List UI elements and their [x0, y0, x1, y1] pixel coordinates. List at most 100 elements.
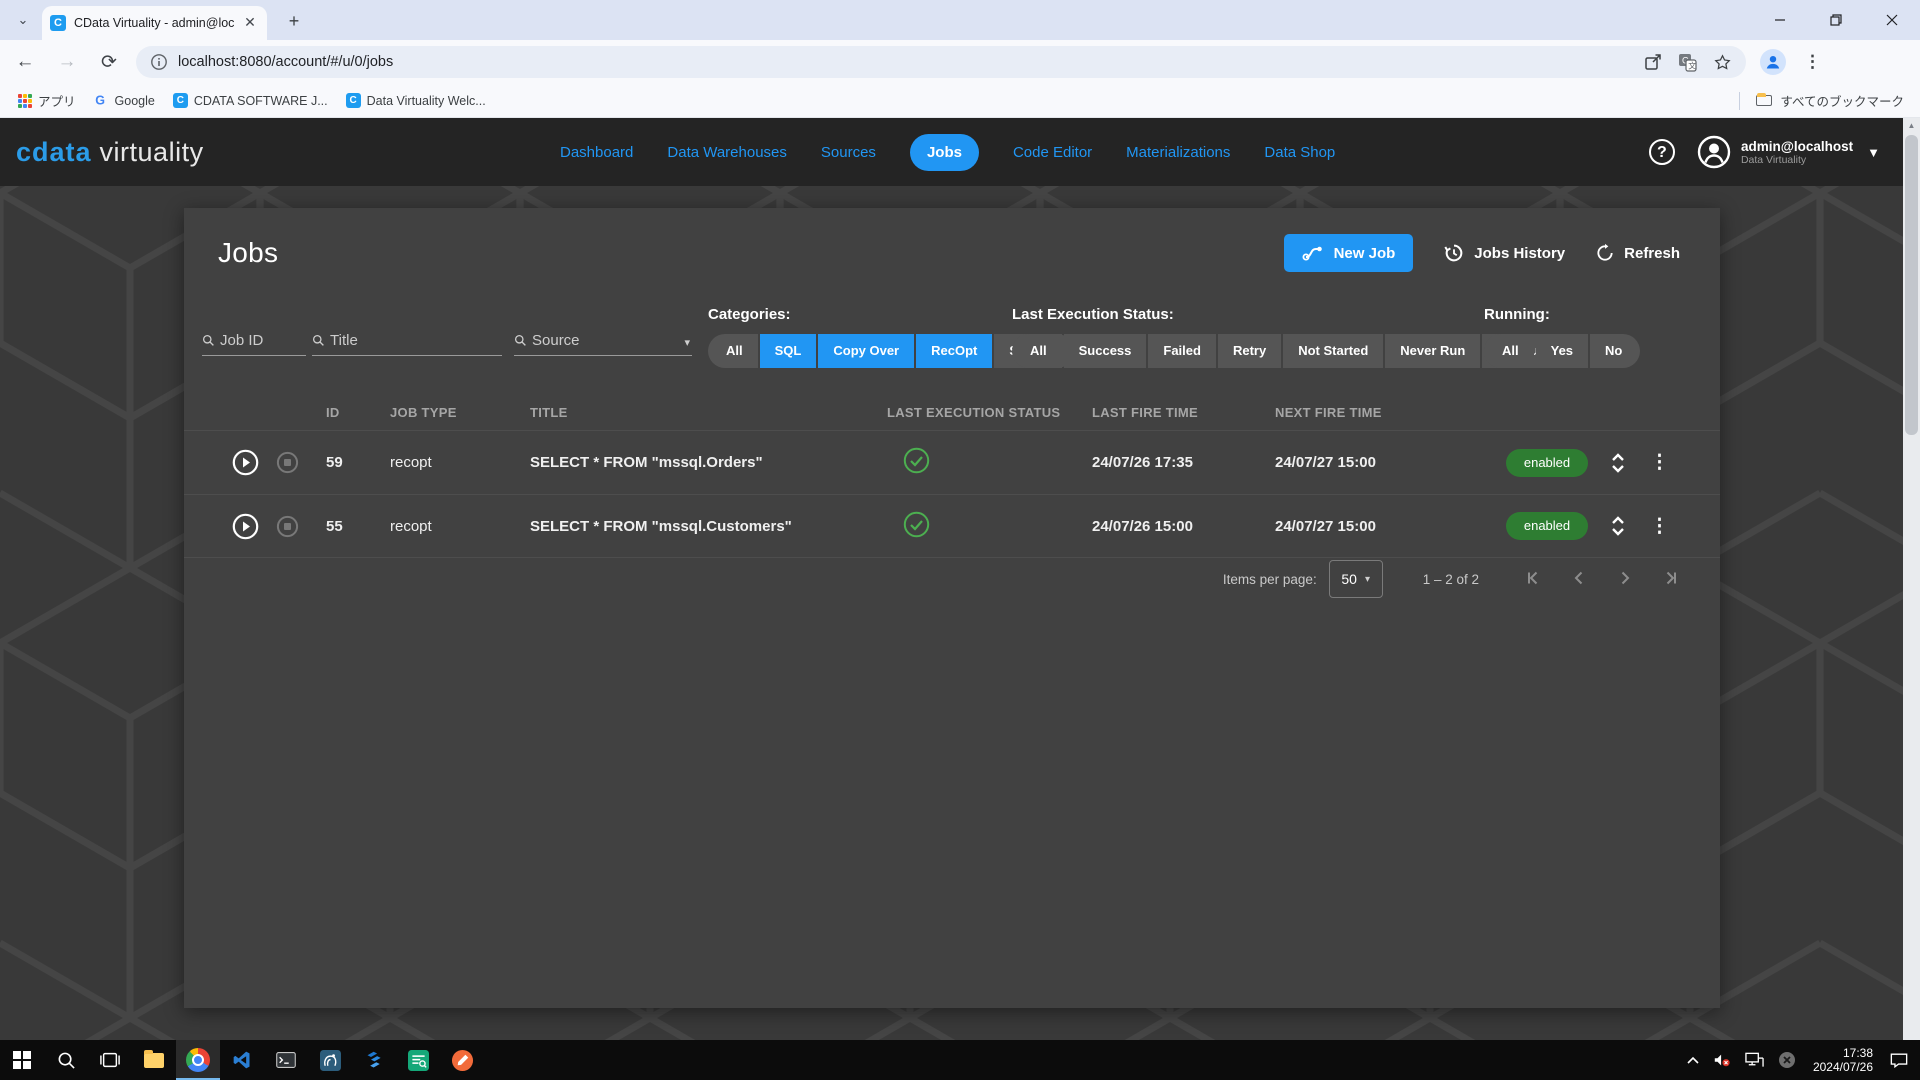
- stop-job-button[interactable]: [266, 451, 308, 474]
- task-view-icon: [100, 1051, 120, 1069]
- bookmark-google[interactable]: G Google: [94, 93, 155, 108]
- postman-button[interactable]: [440, 1040, 484, 1080]
- next-fire-time: 24/07/27 15:00: [1251, 454, 1436, 471]
- running-filter: All Yes No: [1484, 334, 1640, 368]
- refresh-button[interactable]: Refresh: [1595, 242, 1680, 264]
- status-not-started[interactable]: Not Started: [1283, 334, 1383, 368]
- reload-button[interactable]: ⟳: [92, 45, 126, 79]
- running-no[interactable]: No: [1590, 334, 1640, 368]
- pagination-range: 1 – 2 of 2: [1423, 572, 1479, 587]
- terminal-button[interactable]: [264, 1040, 308, 1080]
- enabled-badge: enabled: [1506, 512, 1588, 540]
- first-page-button[interactable]: [1524, 569, 1542, 590]
- tab-close-icon[interactable]: ✕: [241, 14, 259, 32]
- search-icon: [57, 1051, 76, 1070]
- all-bookmarks-button[interactable]: すべてのブックマーク: [1739, 91, 1904, 110]
- taskbar-search-button[interactable]: [44, 1040, 88, 1080]
- row-menu-button[interactable]: ⋮: [1650, 515, 1670, 538]
- page-title: Jobs: [218, 237, 278, 269]
- bookmark-star-icon[interactable]: [1713, 53, 1732, 72]
- share-icon[interactable]: [1644, 53, 1662, 71]
- address-bar[interactable]: localhost:8080/account/#/u/0/jobs G文: [136, 46, 1746, 78]
- vscode-button[interactable]: [220, 1040, 264, 1080]
- tray-status-button[interactable]: [1771, 1040, 1803, 1080]
- help-icon[interactable]: ?: [1649, 139, 1675, 165]
- pgadmin-button[interactable]: [308, 1040, 352, 1080]
- vscode-icon: [232, 1050, 252, 1070]
- bookmark-apps[interactable]: アプリ: [18, 91, 76, 110]
- user-menu[interactable]: admin@localhost Data Virtuality ▼: [1697, 135, 1880, 169]
- data-tool-button[interactable]: [352, 1040, 396, 1080]
- start-button[interactable]: [0, 1040, 44, 1080]
- last-page-button[interactable]: [1662, 569, 1680, 590]
- window-minimize-button[interactable]: [1752, 0, 1808, 40]
- tray-expand-chevron[interactable]: [1680, 1040, 1706, 1080]
- bookmark-label: CDATA SOFTWARE J...: [194, 94, 328, 108]
- job-id: 59: [308, 454, 373, 471]
- col-header-id: ID: [308, 405, 373, 420]
- browser-tab[interactable]: C CData Virtuality - admin@locall ✕: [42, 6, 267, 40]
- page-info-icon[interactable]: [150, 53, 168, 71]
- status-success[interactable]: Success: [1064, 334, 1147, 368]
- clock-time: 17:38: [1813, 1046, 1873, 1060]
- run-job-button[interactable]: [224, 449, 266, 476]
- previous-page-button[interactable]: [1570, 569, 1588, 590]
- app-logo[interactable]: cdata virtuality: [16, 137, 204, 168]
- nav-dashboard[interactable]: Dashboard: [560, 144, 633, 161]
- running-yes[interactable]: Yes: [1536, 334, 1588, 368]
- jobs-history-button[interactable]: Jobs History: [1443, 242, 1565, 264]
- status-never-run[interactable]: Never Run: [1385, 334, 1480, 368]
- status-all[interactable]: All: [1012, 334, 1062, 368]
- nav-data-warehouses[interactable]: Data Warehouses: [667, 144, 787, 161]
- title-input[interactable]: [312, 330, 502, 356]
- window-restore-button[interactable]: [1808, 0, 1864, 40]
- next-page-button[interactable]: [1616, 569, 1634, 590]
- volume-muted-button[interactable]: [1706, 1040, 1738, 1080]
- new-job-button[interactable]: New Job: [1284, 234, 1414, 272]
- action-center-button[interactable]: [1883, 1040, 1920, 1080]
- tab-search-button[interactable]: ⌄: [10, 10, 36, 32]
- category-all[interactable]: All: [708, 334, 758, 368]
- file-explorer-button[interactable]: [132, 1040, 176, 1080]
- page-scrollbar[interactable]: ▲: [1903, 118, 1920, 1040]
- translate-icon[interactable]: G文: [1678, 53, 1697, 72]
- nav-jobs[interactable]: Jobs: [910, 134, 979, 171]
- run-job-button[interactable]: [224, 513, 266, 540]
- jobs-history-label: Jobs History: [1474, 245, 1565, 262]
- category-recopt[interactable]: RecOpt: [916, 334, 992, 368]
- browser-menu-icon[interactable]: ⋮: [1800, 52, 1825, 72]
- items-per-page-select[interactable]: 50 ▾: [1329, 560, 1383, 598]
- items-per-page-label: Items per page:: [1223, 572, 1317, 587]
- log-viewer-button[interactable]: [396, 1040, 440, 1080]
- job-id-input[interactable]: [202, 330, 306, 356]
- nav-data-shop[interactable]: Data Shop: [1264, 144, 1335, 161]
- nav-materializations[interactable]: Materializations: [1126, 144, 1230, 161]
- row-menu-button[interactable]: ⋮: [1650, 451, 1670, 474]
- bookmark-data-virtuality[interactable]: C Data Virtuality Welc...: [346, 93, 486, 108]
- category-copy-over[interactable]: Copy Over: [818, 334, 914, 368]
- browser-profile-button[interactable]: [1760, 49, 1786, 75]
- forward-button[interactable]: →: [50, 45, 84, 79]
- source-select[interactable]: [514, 330, 692, 356]
- toggle-schedule-button[interactable]: [1610, 515, 1626, 537]
- toggle-schedule-button[interactable]: [1610, 452, 1626, 474]
- bookmark-cdata-software[interactable]: C CDATA SOFTWARE J...: [173, 93, 328, 108]
- running-all[interactable]: All: [1484, 334, 1534, 368]
- chrome-taskbar-button[interactable]: [176, 1040, 220, 1080]
- task-view-button[interactable]: [88, 1040, 132, 1080]
- scroll-up-icon[interactable]: ▲: [1903, 118, 1920, 135]
- table-body: 59 recopt SELECT * FROM "mssql.Orders" 2…: [184, 430, 1720, 558]
- status-retry[interactable]: Retry: [1218, 334, 1281, 368]
- new-tab-button[interactable]: +: [282, 10, 306, 34]
- status-failed[interactable]: Failed: [1148, 334, 1216, 368]
- taskbar-clock[interactable]: 17:38 2024/07/26: [1803, 1046, 1883, 1074]
- scrollbar-thumb[interactable]: [1905, 135, 1918, 435]
- back-button[interactable]: ←: [8, 45, 42, 79]
- stop-icon: [276, 451, 299, 474]
- stop-job-button[interactable]: [266, 515, 308, 538]
- window-close-button[interactable]: [1864, 0, 1920, 40]
- nav-code-editor[interactable]: Code Editor: [1013, 144, 1092, 161]
- category-sql[interactable]: SQL: [760, 334, 817, 368]
- network-button[interactable]: [1738, 1040, 1771, 1080]
- nav-sources[interactable]: Sources: [821, 144, 876, 161]
